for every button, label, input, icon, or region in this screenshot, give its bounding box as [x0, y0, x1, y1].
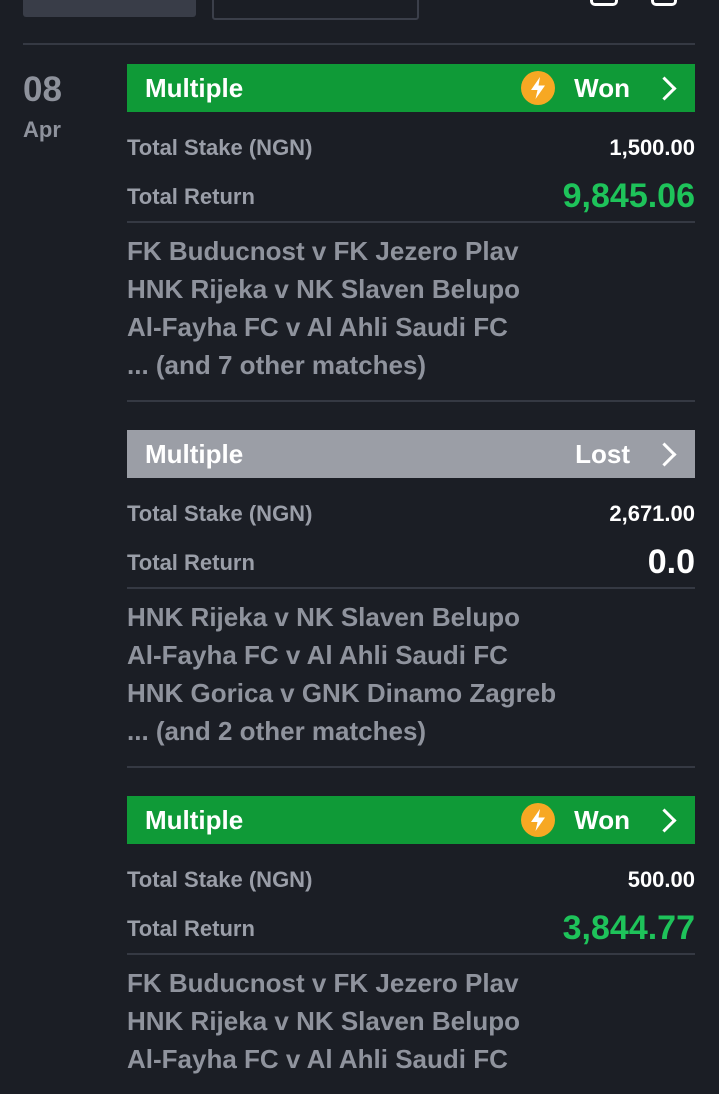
- return-label: Total Return: [127, 549, 255, 575]
- match-item: HNK Rijeka v NK Slaven Belupo: [127, 602, 520, 632]
- match-item: Al-Fayha FC v Al Ahli Saudi FC: [127, 640, 508, 670]
- bet-type: Multiple: [145, 72, 244, 103]
- chevron-right-icon: [652, 807, 677, 833]
- bet-status: Won: [574, 804, 630, 835]
- stake-label: Total Stake (NGN): [127, 134, 313, 160]
- return-label: Total Return: [127, 915, 255, 941]
- stake-value: 500.00: [627, 866, 695, 892]
- match-item: HNK Rijeka v NK Slaven Belupo: [127, 274, 520, 304]
- stake-value: 1,500.00: [609, 134, 695, 160]
- return-value: 9,845.06: [562, 177, 695, 215]
- bet-header[interactable]: Multiple Lost: [127, 430, 695, 478]
- bet-header[interactable]: Multiple Won: [127, 64, 695, 112]
- bet-type: Multiple: [145, 438, 244, 469]
- bet-card: Multiple Won Total Stake (NGN) 1,500.00 …: [127, 64, 695, 402]
- stake-label: Total Stake (NGN): [127, 500, 313, 526]
- match-list: HNK Rijeka v NK Slaven Belupo Al-Fayha F…: [127, 589, 695, 766]
- lightning-bolt-icon: [521, 803, 556, 837]
- filter-tab-active[interactable]: [23, 0, 196, 17]
- chevron-right-icon: [652, 441, 677, 467]
- bet-card: Multiple Lost Total Stake (NGN) 2,671.00…: [127, 430, 695, 768]
- date-day: 08: [23, 70, 62, 109]
- match-item: ... (and 7 other matches): [127, 350, 427, 380]
- bet-type: Multiple: [145, 804, 244, 835]
- match-item: Al-Fayha FC v Al Ahli Saudi FC: [127, 1044, 508, 1074]
- filter-tab[interactable]: [212, 0, 419, 20]
- match-item: ... (and 2 other matches): [127, 716, 427, 746]
- calendar-icon[interactable]: [590, 0, 618, 6]
- match-list: FK Buducnost v FK Jezero Plav HNK Rijeka…: [127, 955, 695, 1094]
- return-label: Total Return: [127, 183, 255, 209]
- match-item: FK Buducnost v FK Jezero Plav: [127, 236, 519, 266]
- bet-card: Multiple Won Total Stake (NGN) 500.00 To…: [127, 796, 695, 1094]
- filter-icon[interactable]: [651, 0, 677, 6]
- return-value: 0.0: [647, 543, 695, 581]
- lightning-bolt-icon: [521, 71, 556, 105]
- match-item: FK Buducnost v FK Jezero Plav: [127, 968, 519, 998]
- match-item: HNK Gorica v GNK Dinamo Zagreb: [127, 678, 557, 708]
- chevron-right-icon: [652, 75, 677, 101]
- divider: [23, 43, 695, 45]
- match-item: HNK Rijeka v NK Slaven Belupo: [127, 1006, 520, 1036]
- match-list: FK Buducnost v FK Jezero Plav HNK Rijeka…: [127, 223, 695, 400]
- bet-header[interactable]: Multiple Won: [127, 796, 695, 844]
- date-month: Apr: [23, 117, 61, 142]
- match-item: Al-Fayha FC v Al Ahli Saudi FC: [127, 312, 508, 342]
- stake-label: Total Stake (NGN): [127, 866, 313, 892]
- divider: [127, 400, 695, 402]
- return-value: 3,844.77: [562, 909, 695, 947]
- bet-status: Won: [574, 72, 630, 103]
- stake-value: 2,671.00: [609, 500, 695, 526]
- divider: [127, 766, 695, 768]
- bet-status: Lost: [575, 438, 630, 469]
